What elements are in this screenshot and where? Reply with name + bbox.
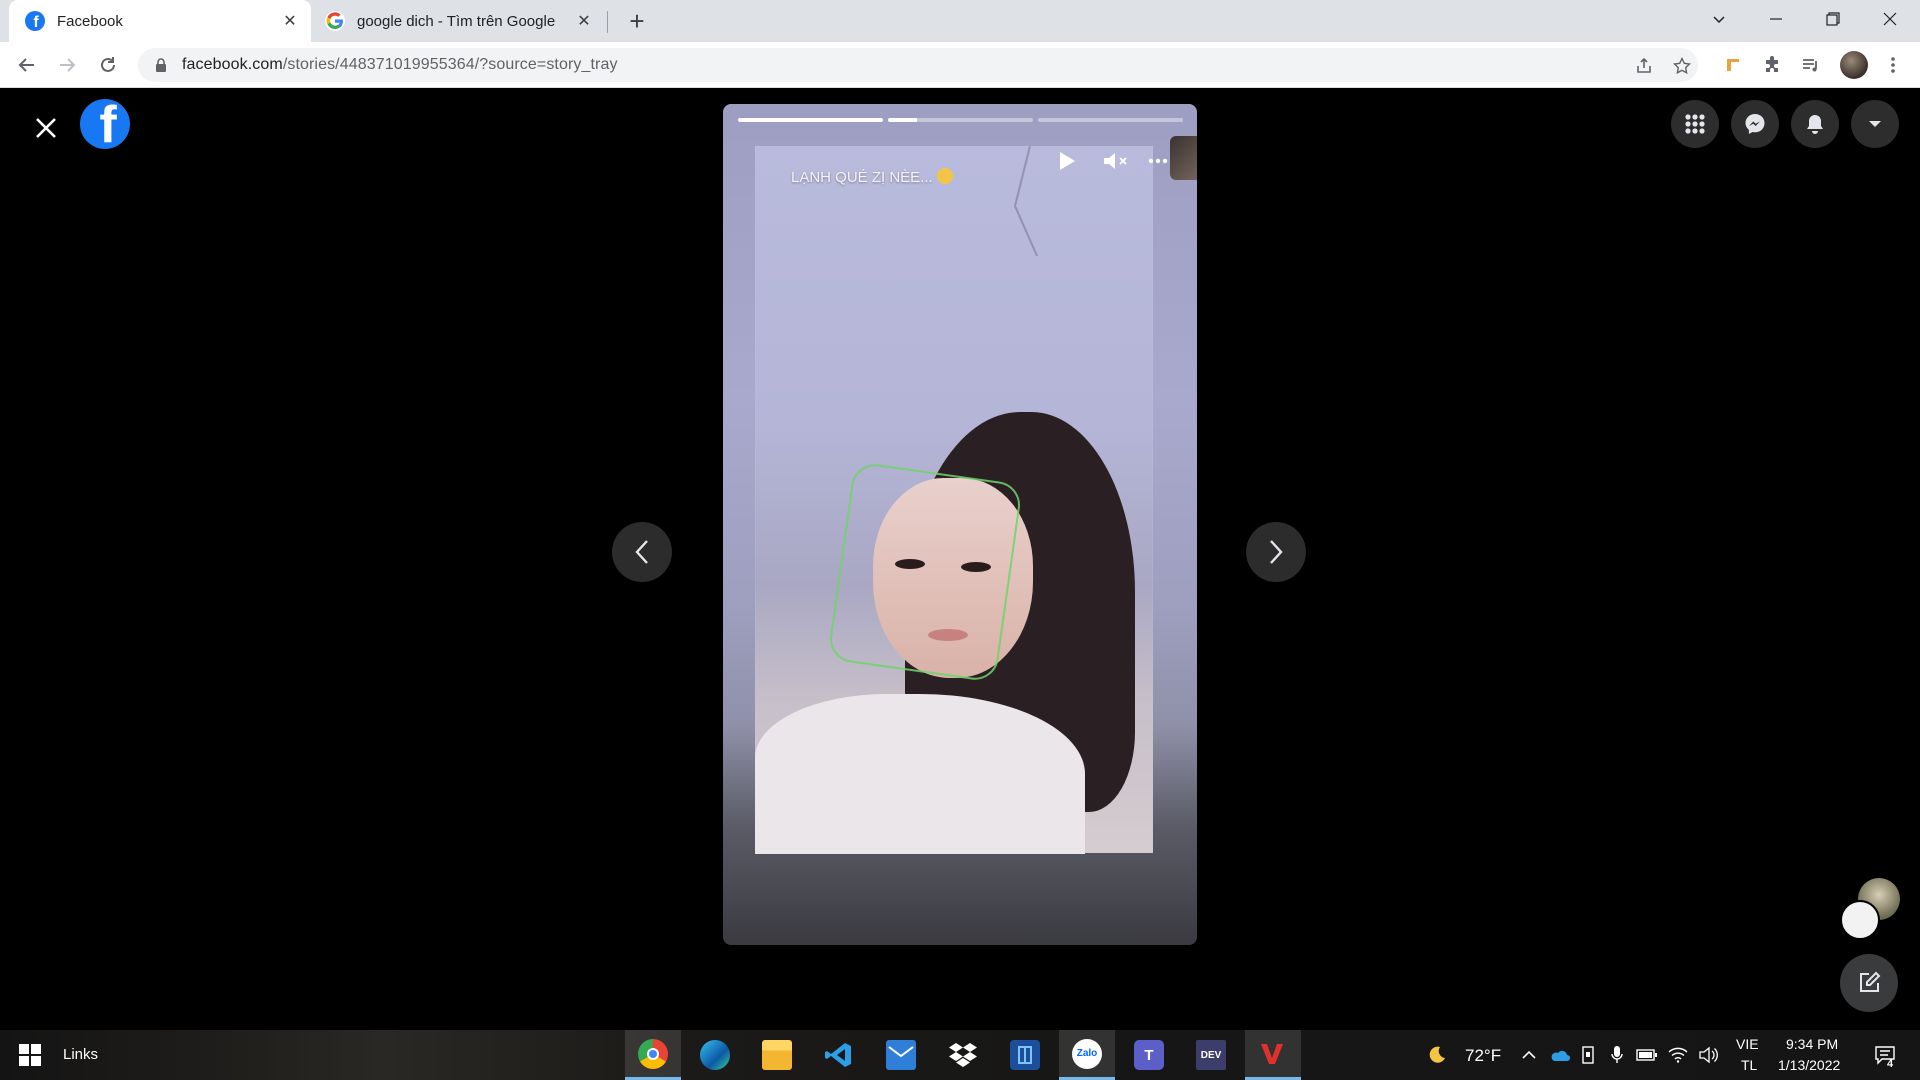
browser-tab-strip: f Facebook ✕ google dich - Tìm trên Goog… <box>0 0 1920 42</box>
language-indicator[interactable]: VIE <box>1736 1036 1759 1052</box>
media-control-icon[interactable] <box>1796 50 1826 80</box>
notification-center-icon[interactable] <box>1870 1044 1900 1066</box>
taskbar-devc[interactable]: DEV <box>1183 1030 1239 1080</box>
minimize-button[interactable] <box>1754 0 1798 38</box>
story-caption-text: LẠNH QUÉ ZỊ NÈE... <box>791 169 933 186</box>
story-progress-fill <box>888 118 917 122</box>
show-hidden-icons-chevron-icon[interactable] <box>1518 1044 1540 1066</box>
chrome-menu-icon[interactable] <box>1878 50 1908 80</box>
reload-button[interactable] <box>93 50 123 80</box>
windows-taskbar: Links Zalo T DEV 72°F VIE TL 9:34 PM 1/1… <box>0 1030 1920 1080</box>
vscode-icon <box>824 1040 854 1070</box>
contact-avatar[interactable] <box>1840 900 1880 940</box>
taskbar-zalo[interactable]: Zalo <box>1059 1030 1115 1080</box>
clock-date[interactable]: 1/13/2022 <box>1778 1057 1840 1073</box>
new-tab-button[interactable]: + <box>622 6 652 36</box>
chrome-icon <box>638 1038 668 1069</box>
messenger-icon[interactable] <box>1731 100 1779 148</box>
taskbar-vk[interactable] <box>1245 1030 1301 1080</box>
extension-tag-icon[interactable] <box>1718 50 1748 80</box>
story-progress-segment <box>1038 118 1183 122</box>
restore-button[interactable] <box>1811 0 1855 38</box>
file-explorer-icon <box>762 1040 792 1070</box>
input-method-indicator[interactable]: TL <box>1741 1057 1757 1073</box>
tab-title: google dich - Tìm trên Google <box>357 12 556 30</box>
previous-story-button[interactable] <box>612 522 672 582</box>
story-subject-sweater <box>755 694 1085 854</box>
story-sticker-frame <box>826 461 1024 683</box>
menu-grid-icon[interactable] <box>1671 100 1719 148</box>
story-card[interactable]: LẠNH QUÉ ZỊ NÈE... <box>723 104 1197 945</box>
url-host: facebook.com <box>182 56 283 73</box>
play-icon[interactable] <box>1050 144 1084 178</box>
new-message-button[interactable] <box>1840 954 1898 1012</box>
onedrive-cloud-icon[interactable] <box>1548 1044 1570 1066</box>
taskbar-vscode[interactable] <box>811 1030 867 1080</box>
tab-title: Facebook <box>57 12 123 30</box>
clock-time[interactable]: 9:34 PM <box>1786 1036 1838 1052</box>
device-icon[interactable] <box>1577 1044 1599 1066</box>
mail-icon <box>886 1040 916 1070</box>
url-path: /stories/448371019955364/?source=story_t… <box>282 56 618 73</box>
start-button[interactable] <box>2 1030 58 1080</box>
weather-temperature[interactable]: 72°F <box>1465 1046 1501 1066</box>
tab-facebook[interactable]: f Facebook ✕ <box>9 0 311 42</box>
taskbar-file-explorer[interactable] <box>749 1030 805 1080</box>
facebook-logo[interactable]: f <box>80 99 130 149</box>
notifications-bell-icon[interactable] <box>1791 100 1839 148</box>
devc-icon: DEV <box>1196 1040 1226 1070</box>
dropbox-icon <box>948 1040 978 1070</box>
close-tab-icon[interactable]: ✕ <box>279 10 301 32</box>
back-button[interactable] <box>12 50 42 80</box>
account-menu-chevron-icon[interactable] <box>1851 100 1899 148</box>
windows-logo-icon <box>19 1044 41 1066</box>
facebook-favicon-icon: f <box>25 11 45 31</box>
url-text: facebook.com/stories/448371019955364/?so… <box>182 56 618 74</box>
edge-icon <box>700 1040 730 1070</box>
close-window-button[interactable] <box>1868 0 1912 38</box>
battery-icon[interactable] <box>1636 1044 1658 1066</box>
next-story-button[interactable] <box>1246 522 1306 582</box>
muted-volume-icon[interactable] <box>1099 144 1133 178</box>
close-tab-icon[interactable]: ✕ <box>573 10 595 32</box>
tab-google[interactable]: google dich - Tìm trên Google ✕ <box>315 0 605 42</box>
weather-moon-icon[interactable] <box>1426 1044 1448 1066</box>
story-progress-segment <box>888 118 1033 122</box>
extensions-puzzle-icon[interactable] <box>1757 50 1787 80</box>
teams-icon: T <box>1134 1040 1164 1070</box>
profile-avatar[interactable] <box>1840 51 1868 79</box>
tab-separator <box>607 11 608 33</box>
taskbar-chrome[interactable] <box>625 1030 681 1080</box>
google-favicon-icon <box>325 11 345 31</box>
story-progress-segment <box>738 118 883 122</box>
forward-button[interactable] <box>52 50 82 80</box>
story-progress-fill <box>738 118 883 122</box>
microphone-icon[interactable] <box>1606 1044 1628 1066</box>
taskbar-edge[interactable] <box>687 1030 743 1080</box>
taskbar-dropbox[interactable] <box>935 1030 991 1080</box>
story-viewer: f LẠNH QUÉ ZỊ NÈE... <box>0 88 1920 1030</box>
notification-count-badge: 4 <box>1887 1058 1894 1070</box>
speaker-icon[interactable] <box>1697 1044 1719 1066</box>
share-icon[interactable] <box>1630 56 1658 76</box>
zalo-icon: Zalo <box>1072 1038 1102 1069</box>
taskbar-teams[interactable]: T <box>1121 1030 1177 1080</box>
browser-toolbar: facebook.com/stories/448371019955364/?so… <box>0 42 1920 88</box>
close-story-icon[interactable] <box>28 110 64 146</box>
wifi-icon[interactable] <box>1667 1044 1689 1066</box>
sad-emoji-icon <box>936 168 953 184</box>
lock-icon[interactable] <box>152 56 170 74</box>
taskbar-mail[interactable] <box>873 1030 929 1080</box>
taskbar-app[interactable] <box>997 1030 1053 1080</box>
taskbar-search-label[interactable]: Links <box>63 1046 98 1063</box>
tab-search-icon[interactable] <box>1697 0 1741 38</box>
app-icon <box>1010 1040 1040 1070</box>
vk-icon <box>1258 1039 1288 1069</box>
story-caption: LẠNH QUÉ ZỊ NÈE... <box>791 168 953 186</box>
address-bar[interactable]: facebook.com/stories/448371019955364/?so… <box>138 48 1698 82</box>
bookmark-star-icon[interactable] <box>1668 56 1696 76</box>
story-author-thumbnail[interactable] <box>1170 136 1197 180</box>
